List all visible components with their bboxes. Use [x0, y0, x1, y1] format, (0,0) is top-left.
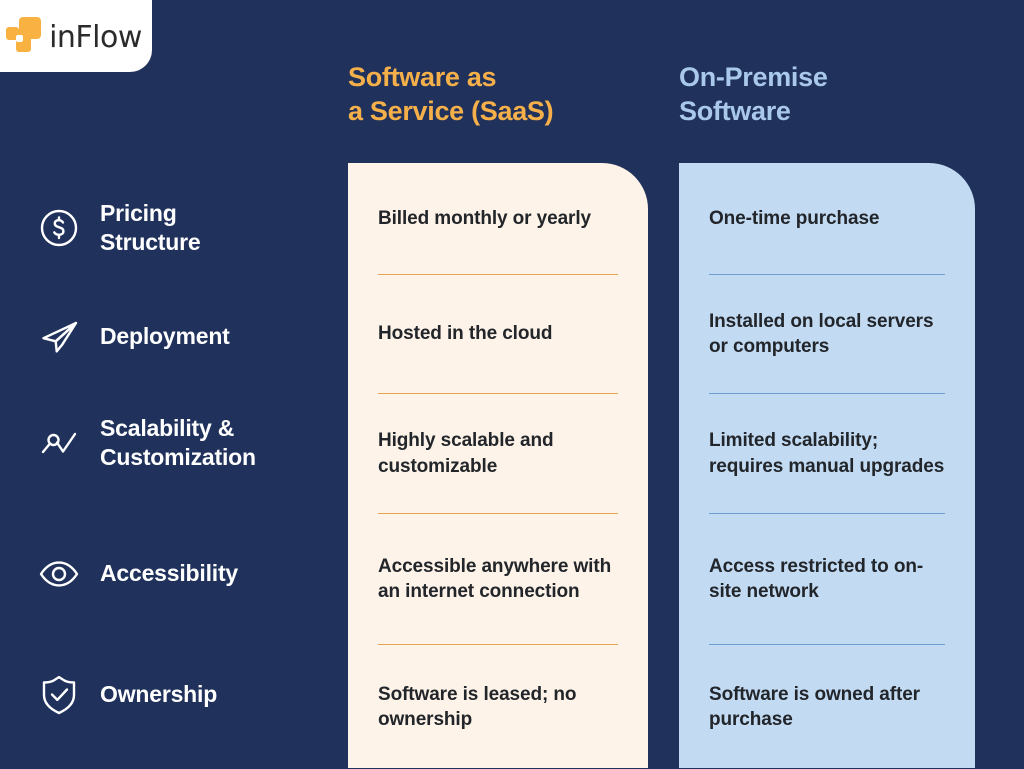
- cell-onprem-deployment: Installed on local servers or computers: [709, 310, 934, 357]
- logo-lockup: inFlow: [6, 16, 142, 56]
- cell-onprem-scalability-customization: Limited scalability; requires manual upg…: [709, 430, 945, 477]
- cell-onprem-ownership: Software is owned after purchase: [709, 683, 920, 730]
- column-heading-saas: Software as a Service (SaaS): [348, 62, 554, 127]
- column-heading-onprem: On-Premise Software: [679, 62, 828, 127]
- row-label-text: Deployment: [100, 323, 230, 350]
- comparison-card-onprem: One-time purchase Installed on local ser…: [679, 163, 975, 768]
- brand-logo-tab[interactable]: inFlow: [0, 0, 152, 72]
- row-label-text: Scalability & Customization: [100, 415, 256, 471]
- cell-saas-deployment: Hosted in the cloud: [378, 323, 553, 345]
- logo-wordmark: inFlow: [49, 20, 142, 55]
- row-label-text: Pricing Structure: [100, 200, 201, 256]
- dollar-circle-icon: [36, 205, 82, 251]
- shield-check-icon: [36, 672, 82, 718]
- cell-saas-pricing-structure: Billed monthly or yearly: [378, 207, 591, 229]
- row-label-rail: Pricing Structure Deployment Scalability…: [0, 163, 348, 768]
- row-label-accessibility: Accessibility: [36, 551, 238, 597]
- row-label-text: Ownership: [100, 681, 218, 708]
- row-label-text: Accessibility: [100, 560, 239, 587]
- cell-onprem-pricing-structure: One-time purchase: [709, 207, 880, 229]
- cell-saas-scalability-customization: Highly scalable and customizable: [378, 430, 554, 477]
- paper-plane-icon: [36, 314, 82, 360]
- growth-chart-icon: [36, 420, 82, 466]
- comparison-card-saas: Billed monthly or yearly Hosted in the c…: [348, 163, 648, 768]
- cell-saas-ownership: Software is leased; no ownership: [378, 683, 577, 730]
- row-label-ownership: Ownership: [36, 672, 217, 718]
- row-label-pricing-structure: Pricing Structure: [36, 199, 201, 258]
- row-label-scalability-customization: Scalability & Customization: [36, 414, 256, 473]
- inflow-cube-logo-icon: [6, 16, 48, 56]
- row-label-deployment: Deployment: [36, 314, 230, 360]
- cell-onprem-accessibility: Access restricted to on-site network: [709, 555, 924, 602]
- eye-icon: [36, 551, 82, 597]
- cell-saas-accessibility: Accessible anywhere with an internet con…: [378, 555, 612, 602]
